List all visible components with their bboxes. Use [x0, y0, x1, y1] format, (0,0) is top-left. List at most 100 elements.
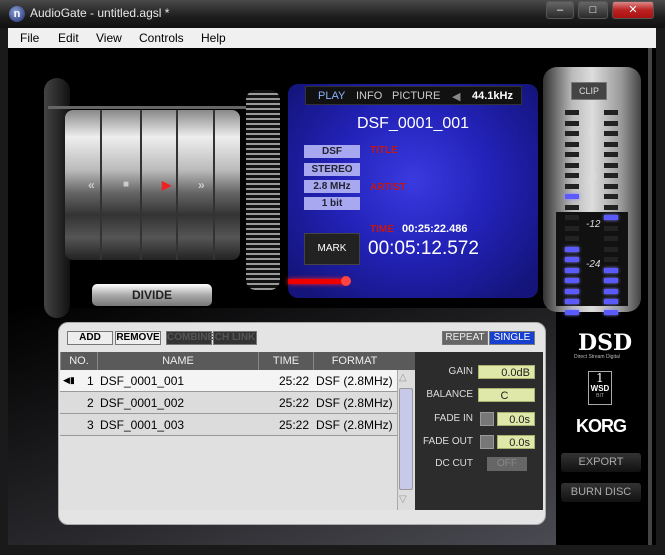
row-time: 25:22: [278, 396, 309, 410]
dc-cut-toggle[interactable]: OFF: [487, 457, 527, 471]
rate-badge: 2.8 MHz: [304, 180, 360, 193]
single-button[interactable]: SINGLE: [489, 331, 535, 345]
artist-label: ARTIST: [370, 182, 407, 193]
track-name: DSF_0001_001: [356, 115, 470, 132]
tab-play[interactable]: PLAY: [318, 90, 345, 102]
position-slider[interactable]: [341, 276, 351, 286]
meter-segment: [604, 267, 618, 273]
app-icon: n: [9, 6, 25, 22]
meter-segment: [604, 141, 618, 147]
divide-button[interactable]: DIVIDE: [92, 284, 212, 306]
position-bar: [288, 279, 346, 284]
add-button[interactable]: ADD: [67, 331, 113, 345]
tab-info[interactable]: INFO: [356, 90, 382, 102]
meter-segment: [565, 215, 579, 220]
fade-out-label: FADE OUT: [422, 436, 473, 447]
korg-logo: KORG: [576, 416, 627, 436]
meter-segment: [565, 183, 579, 189]
meter-segment: [565, 288, 579, 294]
maximize-button[interactable]: □: [578, 1, 608, 19]
fade-in-label: FADE IN: [434, 413, 473, 424]
close-button[interactable]: ✕: [612, 1, 654, 19]
meter-segment: [604, 204, 618, 210]
stop-button[interactable]: ■: [123, 179, 129, 190]
scroll-down-icon[interactable]: ▽: [399, 494, 407, 505]
rewind-button[interactable]: «: [88, 178, 95, 192]
meter-segment: [604, 162, 618, 168]
meter-segment: [604, 194, 618, 199]
table-row[interactable]: 2 DSF_0001_002 25:22 DSF (2.8MHz): [60, 392, 397, 414]
ch-link-button[interactable]: CH LINK: [213, 331, 257, 345]
meter-segment: [604, 288, 618, 294]
meter-segment: [604, 236, 618, 241]
menu-help[interactable]: Help: [201, 31, 226, 45]
dsd-logo-sub: Direct Stream Digital: [574, 354, 620, 360]
clip-indicator[interactable]: CLIP: [571, 82, 607, 100]
fade-in-checkbox[interactable]: [480, 412, 494, 426]
gain-label: GAIN: [448, 366, 473, 377]
row-name: DSF_0001_001: [100, 374, 185, 388]
row-time: 25:22: [278, 418, 309, 432]
drum-divider: [100, 110, 102, 260]
col-time[interactable]: TIME: [258, 352, 313, 370]
window-title: AudioGate - untitled.agsl *: [30, 6, 170, 20]
fade-out-field[interactable]: 0.0s: [497, 435, 535, 449]
menu-view[interactable]: View: [96, 31, 122, 45]
row-no: 3: [87, 418, 94, 432]
format-badge: DSF: [304, 145, 360, 158]
tab-picture[interactable]: PICTURE: [392, 90, 440, 102]
export-button[interactable]: EXPORT: [560, 452, 642, 473]
meter-segment: [604, 299, 618, 304]
dc-cut-label: DC CUT: [435, 458, 473, 469]
col-no[interactable]: NO.: [60, 352, 97, 370]
meter-segment: [604, 152, 618, 157]
table-row[interactable]: 3 DSF_0001_003 25:22 DSF (2.8MHz): [60, 414, 397, 436]
meter-segment: [565, 299, 579, 304]
meter-segment: [604, 173, 618, 178]
meter-segment: [604, 110, 618, 115]
meter-segment: [565, 267, 579, 273]
meter-label: 0: [589, 126, 595, 137]
gain-field[interactable]: 0.0dB: [478, 365, 535, 379]
menu-edit[interactable]: Edit: [58, 31, 79, 45]
meter-label: -6: [588, 172, 597, 183]
remove-button[interactable]: REMOVE: [115, 331, 161, 345]
burn-disc-button[interactable]: BURN DISC: [560, 482, 642, 503]
title-label: TITLE: [370, 145, 398, 156]
table-row[interactable]: ◀▮ 1 DSF_0001_001 25:22 DSF (2.8MHz): [60, 370, 397, 392]
forward-button[interactable]: »: [198, 178, 205, 192]
speaker-icon: ◀: [452, 91, 461, 103]
scroll-up-icon[interactable]: △: [399, 372, 407, 383]
title-bar: n AudioGate - untitled.agsl * – □ ✕: [0, 0, 665, 28]
meter-segment: [565, 236, 579, 241]
meter-segment: [565, 131, 579, 136]
play-button[interactable]: ▶: [162, 178, 171, 192]
minimize-button[interactable]: –: [546, 1, 574, 19]
menu-file[interactable]: File: [20, 31, 39, 45]
mark-button[interactable]: MARK: [304, 233, 360, 265]
jog-wheel[interactable]: [246, 90, 280, 290]
fade-out-checkbox[interactable]: [480, 435, 494, 449]
menu-controls[interactable]: Controls: [139, 31, 184, 45]
meter-segment: [604, 183, 618, 189]
sample-rate: 44.1kHz: [472, 90, 513, 102]
meter-segment: [565, 309, 579, 315]
row-format: DSF (2.8MHz): [316, 396, 393, 410]
col-format[interactable]: FORMAT: [313, 352, 395, 370]
channels-badge: STEREO: [304, 163, 360, 176]
meter-segment: [565, 204, 579, 210]
meter-segment: [604, 120, 618, 126]
drum-divider: [140, 110, 142, 260]
fade-in-field[interactable]: 0.0s: [497, 412, 535, 426]
meter-segment: [604, 246, 618, 252]
row-name: DSF_0001_002: [100, 396, 185, 410]
repeat-button[interactable]: REPEAT: [442, 331, 488, 345]
col-name[interactable]: NAME: [97, 352, 258, 370]
meter-segment: [565, 162, 579, 168]
scroll-thumb[interactable]: [399, 388, 413, 490]
menu-bar: File Edit View Controls Help: [8, 28, 656, 48]
wsd-num: 1: [596, 371, 604, 385]
combine-button[interactable]: COMBINE: [166, 331, 214, 345]
balance-field[interactable]: C: [478, 388, 535, 402]
row-name: DSF_0001_003: [100, 418, 185, 432]
